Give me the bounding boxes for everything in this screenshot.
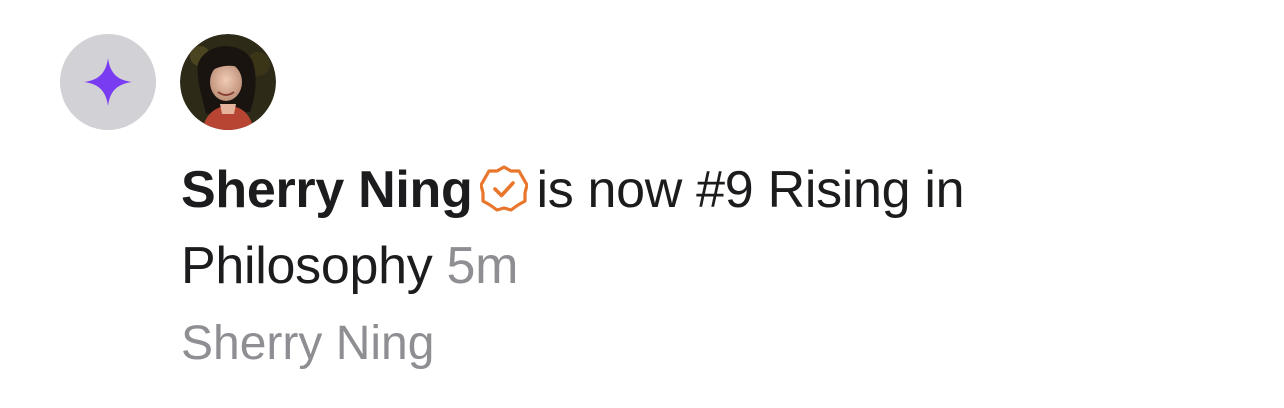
- notification-icons: [60, 34, 276, 130]
- verified-badge-icon: [480, 165, 529, 212]
- time-ago: 5m: [446, 237, 519, 295]
- notification-message: Sherry Ning is now #9 Rising in Philosop…: [181, 152, 1181, 304]
- notification-item[interactable]: Sherry Ning is now #9 Rising in Philosop…: [0, 0, 1284, 408]
- avatar[interactable]: [180, 34, 276, 130]
- sparkle-icon: [84, 58, 132, 106]
- actor-name[interactable]: Sherry Ning: [181, 161, 473, 219]
- rising-badge: [60, 34, 156, 130]
- notification-subtitle: Sherry Ning: [181, 317, 435, 370]
